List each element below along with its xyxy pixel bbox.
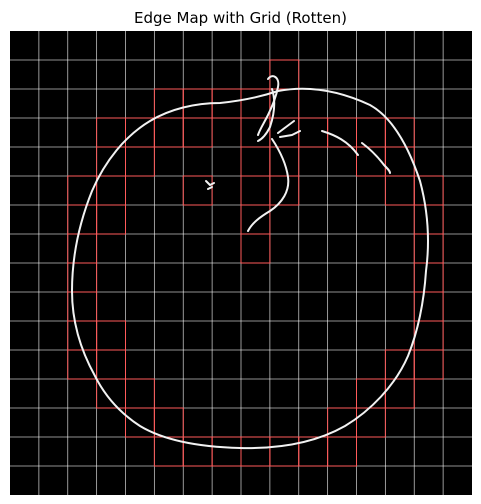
edge-map-image [10, 31, 472, 495]
figure: Edge Map with Grid (Rotten) [0, 0, 481, 504]
figure-title: Edge Map with Grid (Rotten) [134, 9, 347, 27]
